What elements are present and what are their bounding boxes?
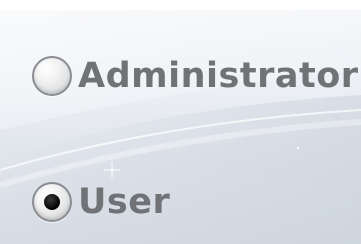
- role-selection-panel: Administrator User: [0, 10, 361, 244]
- radio-button-administrator[interactable]: [32, 56, 72, 96]
- role-option-user[interactable]: User: [32, 182, 170, 222]
- role-option-administrator[interactable]: Administrator: [32, 56, 359, 96]
- radio-button-user[interactable]: [32, 182, 72, 222]
- top-strip: [0, 0, 361, 10]
- radio-selected-dot: [44, 194, 60, 210]
- role-label-administrator: Administrator: [78, 55, 359, 96]
- role-label-user: User: [78, 181, 171, 222]
